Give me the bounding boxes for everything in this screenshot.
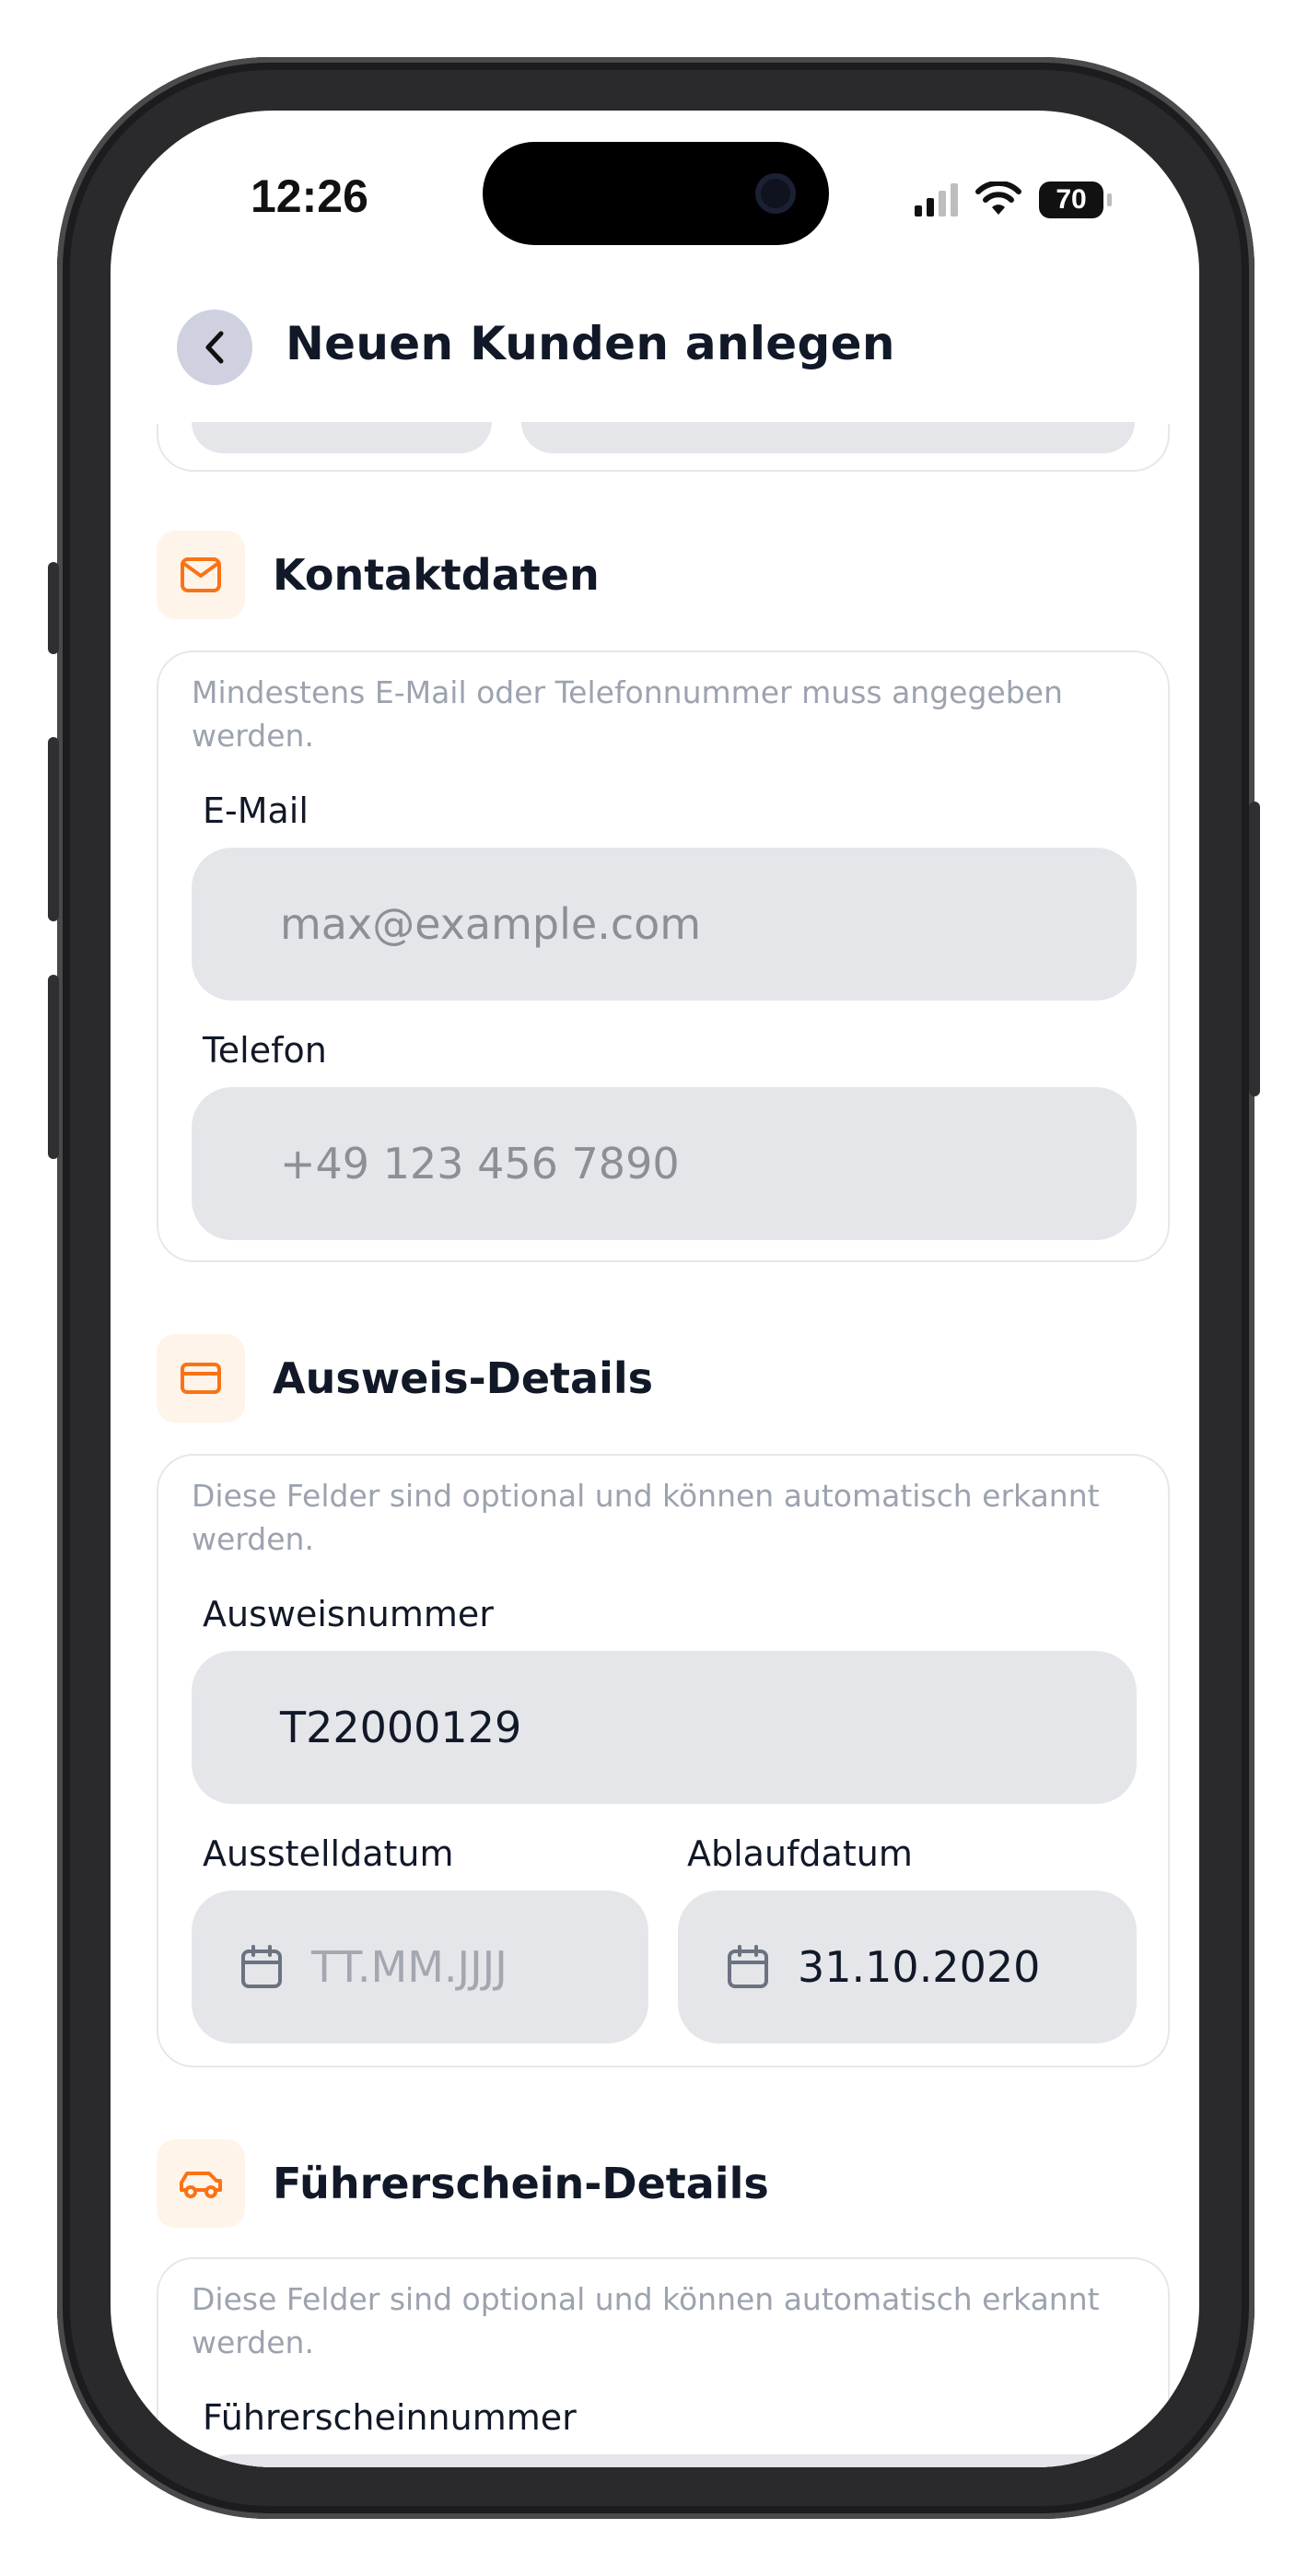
battery-icon: 70 (1039, 181, 1112, 218)
back-button[interactable] (177, 310, 252, 385)
contact-card: Mindestens E-Mail oder Telefonnummer mus… (157, 650, 1170, 1262)
screen: 12:26 70 Neuen Kunden anlegen Kontaktdat (111, 111, 1199, 2467)
mail-icon (157, 531, 245, 619)
previous-section-card (157, 422, 1170, 472)
expiry-date-value: 31.10.2020 (798, 1942, 1041, 1992)
phone-label: Telefon (203, 1030, 327, 1071)
phone-placeholder: +49 123 456 7890 (280, 1139, 680, 1188)
id-number-value: T22000129 (280, 1703, 522, 1752)
section-title-contact: Kontaktdaten (273, 550, 600, 600)
id-hint: Diese Felder sind optional und können au… (192, 1478, 1100, 1557)
section-header-contact: Kontaktdaten (157, 531, 600, 619)
section-header-id: Ausweis-Details (157, 1334, 653, 1423)
issue-date-input[interactable]: TT.MM.JJJJ (192, 1891, 648, 2043)
license-number-input[interactable] (192, 2454, 1137, 2467)
id-details-card: Diese Felder sind optional und können au… (157, 1454, 1170, 2067)
status-time: 12:26 (251, 170, 368, 222)
expiry-date-input[interactable]: 31.10.2020 (678, 1891, 1137, 2043)
phone-input[interactable]: +49 123 456 7890 (192, 1087, 1137, 1240)
side-button-action (48, 562, 59, 654)
email-label: E-Mail (203, 790, 309, 831)
car-icon (157, 2139, 245, 2228)
wifi-icon (975, 181, 1021, 215)
issue-date-placeholder: TT.MM.JJJJ (311, 1942, 508, 1992)
section-header-license: Führerschein-Details (157, 2139, 769, 2228)
dynamic-island (483, 142, 829, 245)
side-button-volume-down (48, 975, 59, 1159)
id-number-input[interactable]: T22000129 (192, 1651, 1137, 1804)
section-title-license: Führerschein-Details (273, 2159, 769, 2208)
section-title-id: Ausweis-Details (273, 1353, 653, 1403)
page-title: Neuen Kunden anlegen (286, 317, 895, 370)
contact-hint: Mindestens E-Mail oder Telefonnummer mus… (192, 674, 1063, 754)
side-button-volume-up (48, 737, 59, 921)
license-hint: Diese Felder sind optional und können au… (192, 2281, 1100, 2360)
email-placeholder: max@example.com (280, 899, 702, 949)
previous-field-stub (192, 422, 492, 453)
id-number-label: Ausweisnummer (203, 1594, 494, 1634)
email-input[interactable]: max@example.com (192, 848, 1137, 1001)
previous-field-stub (521, 422, 1135, 453)
side-button-power (1249, 802, 1260, 1096)
calendar-icon (728, 1945, 768, 1988)
license-card: Diese Felder sind optional und können au… (157, 2257, 1170, 2467)
chevron-left-icon (205, 331, 224, 364)
status-icons: 70 (915, 177, 1112, 223)
camera-icon (755, 173, 796, 214)
issue-date-label: Ausstelldatum (203, 1833, 454, 1874)
expiry-date-label: Ablaufdatum (687, 1833, 913, 1874)
license-number-label: Führerscheinnummer (203, 2397, 577, 2438)
battery-level: 70 (1056, 184, 1087, 215)
id-card-icon (157, 1334, 245, 1423)
calendar-icon (241, 1945, 282, 1988)
cellular-signal-icon (915, 183, 958, 217)
